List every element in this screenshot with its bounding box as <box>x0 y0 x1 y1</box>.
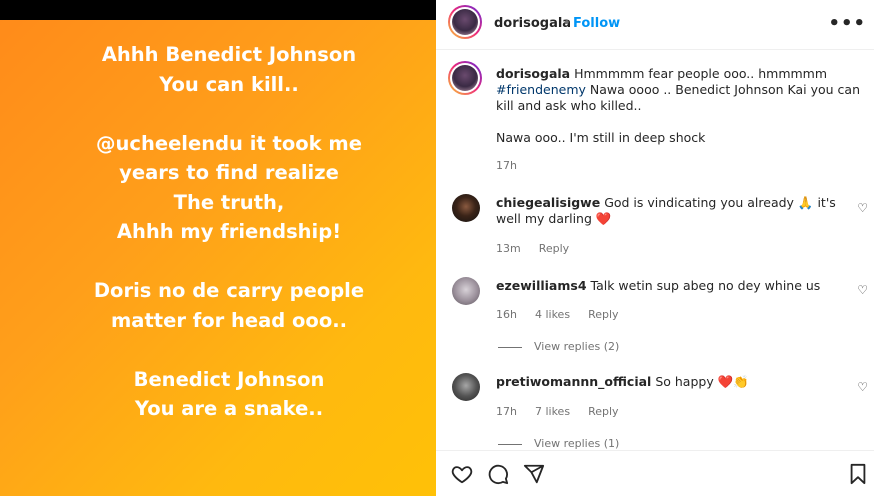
comment-likes[interactable]: 4 likes <box>535 308 570 321</box>
comment-username[interactable]: chiegealisigwe <box>496 195 600 210</box>
comment-time: 16h <box>496 308 517 321</box>
like-comment-icon[interactable]: ♡ <box>857 380 868 394</box>
commenter-avatar[interactable] <box>452 194 480 222</box>
like-comment-icon[interactable]: ♡ <box>857 283 868 297</box>
comment-meta: 13m Reply <box>496 242 587 255</box>
send-icon[interactable] <box>523 463 545 489</box>
comment-meta: 17h 7 likes Reply <box>496 405 637 418</box>
comment-text: So happy ❤️👏 <box>655 374 749 389</box>
hashtag-link[interactable]: #friendenemy <box>496 82 586 97</box>
action-bar <box>436 450 874 497</box>
comment-item: ezewilliams4 Talk wetin sup abeg no dey … <box>496 278 836 294</box>
author-username[interactable]: dorisogala <box>494 16 571 31</box>
reply-button[interactable]: Reply <box>539 242 569 255</box>
story-line: Benedict Johnson <box>133 367 325 391</box>
caption-username[interactable]: dorisogala <box>496 66 570 81</box>
post-header: dorisogala • Follow ••• <box>436 0 874 50</box>
caption-text: Hmmmmm fear people ooo.. hmmmmm <box>574 66 828 81</box>
caption-avatar[interactable] <box>448 61 482 95</box>
comment-item: chiegealisigwe God is vindicating you al… <box>496 195 836 227</box>
comment-text: Talk wetin sup abeg no dey whine us <box>590 278 821 293</box>
follow-button[interactable]: Follow <box>573 16 620 31</box>
reply-button[interactable]: Reply <box>588 308 618 321</box>
commenter-avatar[interactable] <box>452 277 480 305</box>
more-options-icon[interactable]: ••• <box>828 13 866 34</box>
comment-username[interactable]: pretiwomannn_official <box>496 374 651 389</box>
comment-item: pretiwomannn_official So happy ❤️👏 <box>496 374 836 390</box>
story-line: matter for head ooo.. <box>110 308 348 332</box>
image-top-bar <box>0 0 436 20</box>
story-line: The truth, <box>173 190 285 214</box>
caption-time: 17h <box>496 159 517 172</box>
story-line: You are a snake.. <box>134 397 324 420</box>
comment-meta: 16h 4 likes Reply <box>496 308 637 321</box>
story-line: Ahhh my friendship! <box>116 220 342 243</box>
story-line: Doris no de carry people <box>93 279 365 302</box>
story-line: @ucheelendu it took me <box>96 131 362 155</box>
story-line: You can kill.. <box>159 72 299 96</box>
bookmark-icon[interactable] <box>848 463 868 489</box>
reply-button[interactable]: Reply <box>588 405 618 418</box>
comment-likes[interactable]: 7 likes <box>535 405 570 418</box>
comment-icon[interactable] <box>487 463 509 489</box>
view-replies-button[interactable]: View replies (2) <box>498 340 619 353</box>
separator-dot: • <box>563 16 571 31</box>
post-panel: dorisogala • Follow ••• dorisogala Hmmmm… <box>436 0 874 497</box>
story-text: Ahhh Benedict Johnson You can kill.. @uc… <box>0 40 458 424</box>
post-caption: dorisogala Hmmmmm fear people ooo.. hmmm… <box>496 66 861 146</box>
like-comment-icon[interactable]: ♡ <box>857 201 868 215</box>
commenter-avatar[interactable] <box>452 373 480 401</box>
view-replies-button[interactable]: View replies (1) <box>498 437 619 450</box>
story-line: Ahhh Benedict Johnson <box>101 43 357 66</box>
comment-time: 13m <box>496 242 521 255</box>
author-avatar[interactable] <box>448 5 482 39</box>
comment-time: 17h <box>496 405 517 418</box>
story-line: years to find realize <box>119 161 339 184</box>
caption-text: Nawa ooo.. I'm still in deep shock <box>496 130 706 145</box>
post-image[interactable]: Ahhh Benedict Johnson You can kill.. @uc… <box>0 0 436 496</box>
heart-icon[interactable] <box>451 463 473 489</box>
comment-username[interactable]: ezewilliams4 <box>496 278 587 293</box>
